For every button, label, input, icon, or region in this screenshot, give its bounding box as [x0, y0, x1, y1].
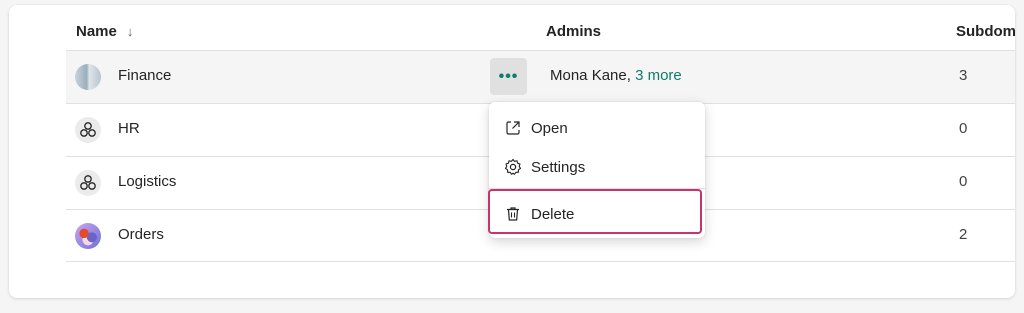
gear-icon [503, 157, 523, 177]
row-name[interactable]: Finance [118, 67, 171, 84]
table-row-finance[interactable]: Finance ••• Mona Kane, 3 more 3 [66, 50, 1015, 103]
column-header-name-label: Name [76, 23, 117, 40]
triad-icon [75, 170, 101, 196]
row-name[interactable]: Orders [118, 226, 164, 243]
orders-avatar-icon [75, 223, 101, 249]
admins-more-link[interactable]: 3 more [635, 67, 682, 84]
open-in-new-icon [503, 118, 523, 138]
menu-item-label: Settings [531, 158, 586, 176]
row-name[interactable]: Logistics [118, 173, 176, 190]
column-header-admins[interactable]: Admins [546, 23, 601, 40]
row-subdomains: 0 [959, 120, 968, 137]
row-subdomains: 3 [959, 67, 968, 84]
admins-primary: Mona Kane, [550, 67, 636, 84]
row-subdomains: 2 [959, 226, 968, 243]
column-header-subdomains[interactable]: Subdom [956, 23, 1015, 40]
triad-icon [75, 117, 101, 143]
delete-highlight-box [488, 189, 702, 234]
column-header-name[interactable]: Name ↓ [76, 23, 133, 40]
row-name[interactable]: HR [118, 120, 140, 137]
sort-descending-icon: ↓ [126, 24, 134, 39]
menu-item-settings[interactable]: Settings [489, 148, 705, 186]
row-admins: Mona Kane, 3 more [550, 67, 682, 84]
menu-item-open[interactable]: Open [489, 109, 705, 147]
finance-avatar-icon [75, 64, 101, 90]
more-options-button[interactable]: ••• [490, 58, 527, 95]
row-subdomains: 0 [959, 173, 968, 190]
context-menu: Open Settings Delete [488, 102, 705, 238]
menu-item-label: Open [531, 119, 568, 137]
